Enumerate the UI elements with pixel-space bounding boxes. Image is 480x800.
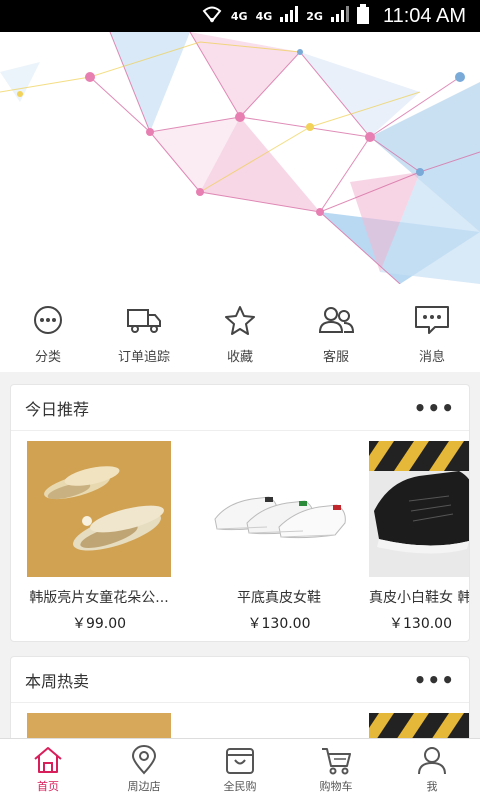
more-button[interactable]: ••• bbox=[414, 396, 455, 420]
tab-cart[interactable]: 购物车 bbox=[288, 739, 384, 800]
user-icon bbox=[418, 747, 446, 775]
section-header: 本周热卖 ••• bbox=[11, 657, 469, 703]
product-image bbox=[207, 441, 351, 577]
network-label-2: 4G bbox=[255, 9, 273, 23]
promo-banner[interactable] bbox=[0, 32, 480, 284]
more-circle-icon bbox=[34, 306, 62, 334]
bottom-tab-bar: 首页 周边店 全民购 购物车 我 bbox=[0, 738, 480, 800]
tab-home[interactable]: 首页 bbox=[0, 739, 96, 800]
product-card[interactable]: 平底真皮女鞋 ￥130.00 bbox=[189, 441, 369, 633]
home-icon bbox=[34, 747, 62, 773]
product-price: ￥130.00 bbox=[389, 616, 452, 632]
quick-nav-label: 分类 bbox=[34, 350, 61, 365]
tab-label: 我 bbox=[426, 780, 438, 793]
tab-nearby-stores[interactable]: 周边店 bbox=[96, 739, 192, 800]
message-icon bbox=[415, 306, 449, 334]
network-label-3: 2G bbox=[306, 9, 323, 23]
product-price: ￥99.00 bbox=[71, 616, 127, 632]
quick-nav-label: 消息 bbox=[418, 350, 445, 365]
today-recommend-section: 今日推荐 ••• 韩版亮片女童花朵公... ￥99.00 平底真皮女鞋 ￥130… bbox=[10, 384, 470, 642]
quick-nav-order-tracking[interactable]: 订单追踪 bbox=[96, 284, 192, 372]
quick-nav-label: 收藏 bbox=[226, 350, 253, 365]
location-pin-icon bbox=[131, 745, 157, 775]
quick-nav-customer-service[interactable]: 客服 bbox=[288, 284, 384, 372]
banner-geometric-graphic bbox=[0, 32, 480, 284]
product-name: 韩版亮片女童花朵公... bbox=[29, 590, 169, 606]
truck-icon bbox=[127, 309, 161, 333]
cart-icon bbox=[322, 748, 351, 775]
wifi-icon bbox=[201, 5, 223, 27]
section-title: 今日推荐 bbox=[25, 399, 90, 419]
bag-icon bbox=[226, 748, 254, 774]
tab-label: 周边店 bbox=[127, 780, 161, 793]
quick-nav-messages[interactable]: 消息 bbox=[384, 284, 480, 372]
users-icon bbox=[318, 307, 355, 333]
network-label-1: 4G bbox=[230, 9, 248, 23]
product-card[interactable]: 韩版亮片女童花朵公... ￥99.00 bbox=[11, 441, 189, 633]
product-name: 真皮小白鞋女 韩 bbox=[369, 590, 470, 606]
tab-me[interactable]: 我 bbox=[384, 739, 480, 800]
tab-label: 全民购 bbox=[223, 780, 257, 793]
star-icon bbox=[225, 306, 255, 335]
product-price: ￥130.00 bbox=[247, 616, 311, 632]
quick-nav-favorites[interactable]: 收藏 bbox=[192, 284, 288, 372]
clock: 11:04 AM bbox=[382, 4, 466, 27]
more-button[interactable]: ••• bbox=[414, 668, 455, 692]
section-title: 本周热卖 bbox=[25, 671, 90, 691]
tab-label: 首页 bbox=[37, 780, 59, 793]
signal-icon-2 bbox=[330, 6, 349, 26]
quick-nav-label: 客服 bbox=[322, 350, 349, 365]
product-card[interactable]: 真皮小白鞋女 韩 ￥130.00 bbox=[369, 441, 470, 633]
signal-icon bbox=[280, 6, 299, 26]
product-image bbox=[27, 441, 171, 577]
battery-icon bbox=[356, 4, 369, 28]
quick-nav: 分类 订单追踪 收藏 客服 消息 bbox=[0, 284, 480, 372]
quick-nav-category[interactable]: 分类 bbox=[0, 284, 96, 372]
product-name: 平底真皮女鞋 bbox=[237, 590, 321, 606]
status-bar: 4G 4G 2G 11:04 AM bbox=[0, 0, 480, 32]
section-header: 今日推荐 ••• bbox=[11, 385, 469, 431]
product-list: 韩版亮片女童花朵公... ￥99.00 平底真皮女鞋 ￥130.00 真皮小白鞋… bbox=[11, 431, 470, 633]
tab-group-buy[interactable]: 全民购 bbox=[192, 739, 288, 800]
tab-label: 购物车 bbox=[319, 780, 353, 793]
quick-nav-label: 订单追踪 bbox=[117, 350, 170, 365]
product-image bbox=[369, 441, 469, 577]
